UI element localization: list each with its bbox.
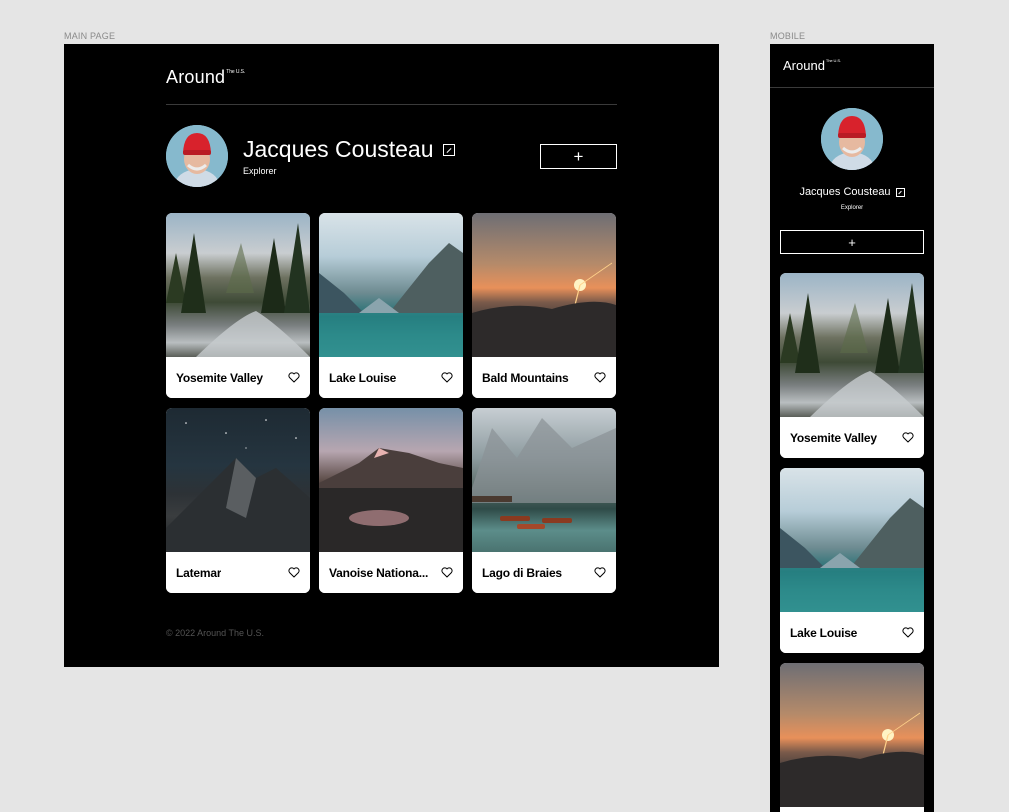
card: Bald Mountains: [472, 213, 616, 398]
card-caption: Lake Louise: [780, 612, 924, 653]
profile-name: Jacques Cousteau: [243, 136, 434, 162]
sunset-mountains-image: [780, 712, 924, 808]
edit-profile-icon[interactable]: [895, 187, 905, 197]
add-card-button[interactable]: +: [540, 144, 617, 169]
add-card-button[interactable]: +: [780, 230, 924, 254]
card-caption: Lago di Braies: [472, 552, 616, 593]
logo-superscript: The U.S.: [226, 69, 246, 75]
footer-copyright: © 2022 Around The U.S.: [166, 628, 265, 638]
logo-text: Around: [166, 67, 226, 87]
card-image[interactable]: [472, 213, 616, 358]
heart-icon[interactable]: [441, 567, 453, 578]
card-image[interactable]: [780, 663, 924, 808]
card-caption: Bald Mountains: [472, 357, 616, 398]
card-caption: Bald Mountains: [780, 807, 924, 812]
card: Lago di Braies: [472, 408, 616, 593]
card-title: Yosemite Valley: [176, 370, 263, 385]
heart-icon[interactable]: [902, 627, 914, 638]
card-image[interactable]: [780, 468, 924, 612]
card-caption: Lake Louise: [319, 357, 463, 398]
avatar[interactable]: [166, 125, 228, 187]
logo: Around The U.S.: [783, 58, 841, 73]
frame-label-main-page: MAIN PAGE: [64, 31, 116, 41]
card-image[interactable]: [319, 213, 463, 357]
heart-icon[interactable]: [288, 372, 300, 383]
avatar-portrait-icon: [821, 108, 883, 170]
card-image[interactable]: [319, 408, 463, 552]
profile-job: Explorer: [840, 205, 864, 211]
card: Lake Louise: [780, 468, 924, 653]
profile-job: Explorer: [243, 166, 277, 176]
card-title: Lake Louise: [790, 625, 858, 640]
card: Bald Mountains: [780, 663, 924, 812]
avatar[interactable]: [821, 108, 883, 170]
card-title: Vanoise Nationa...: [329, 565, 429, 580]
card-title: Lake Louise: [329, 370, 397, 385]
sunset-mountains-image: [472, 262, 616, 358]
mountain-lake-reflection-image: [319, 448, 463, 552]
lake-mountains-image: [780, 498, 924, 612]
night-peaks-image: [166, 419, 310, 552]
card: Yosemite Valley: [780, 273, 924, 458]
forest-river-image: [166, 223, 310, 357]
card-image[interactable]: [166, 408, 310, 552]
logo-superscript: The U.S.: [825, 58, 841, 63]
header-divider: [770, 87, 934, 88]
profile-name: Jacques Cousteau: [799, 186, 891, 198]
avatar-portrait-icon: [166, 125, 228, 187]
card-image[interactable]: [166, 213, 310, 357]
card: Vanoise Nationa...: [319, 408, 463, 593]
heart-icon[interactable]: [441, 372, 453, 383]
card-title: Yosemite Valley: [790, 430, 877, 445]
heart-icon[interactable]: [594, 567, 606, 578]
heart-icon[interactable]: [594, 372, 606, 383]
logo: Around The U.S.: [166, 67, 245, 88]
mobile-frame: Around The U.S. Jacques Cousteau Explore…: [770, 44, 934, 812]
card-title: Latemar: [176, 565, 222, 580]
card-caption: Yosemite Valley: [166, 357, 310, 398]
card-caption: Latemar: [166, 552, 310, 593]
card-caption: Vanoise Nationa...: [319, 552, 463, 593]
card-title: Lago di Braies: [482, 565, 562, 580]
card-image[interactable]: [472, 408, 616, 552]
logo-text: Around: [783, 58, 825, 73]
main-page-frame: Around The U.S. Jacques Cousteau Explore…: [64, 44, 719, 667]
card-image[interactable]: [780, 273, 924, 417]
lake-boats-image: [472, 418, 616, 529]
heart-icon[interactable]: [902, 432, 914, 443]
card-caption: Yosemite Valley: [780, 417, 924, 458]
card: Latemar: [166, 408, 310, 593]
heart-icon[interactable]: [288, 567, 300, 578]
profile-name-row: Jacques Cousteau: [243, 136, 455, 163]
frame-label-mobile: MOBILE: [770, 31, 806, 41]
header-divider: [166, 104, 617, 105]
card: Lake Louise: [319, 213, 463, 398]
card-title: Bald Mountains: [482, 370, 569, 385]
profile-name-row: Jacques Cousteau: [770, 186, 934, 198]
edit-profile-icon[interactable]: [442, 143, 455, 156]
forest-river-image: [780, 283, 924, 417]
lake-mountains-image: [319, 243, 463, 357]
card: Yosemite Valley: [166, 213, 310, 398]
